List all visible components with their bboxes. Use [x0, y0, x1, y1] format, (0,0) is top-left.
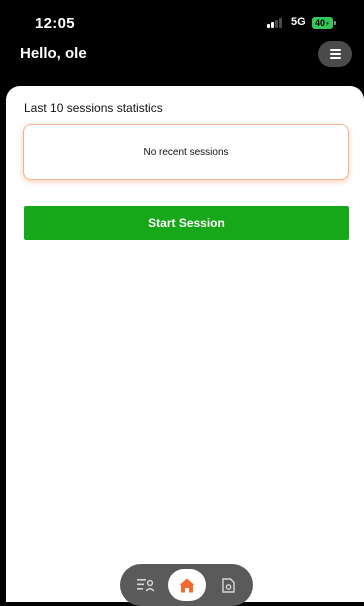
section-title: Last 10 sessions statistics: [24, 101, 163, 115]
start-session-button[interactable]: Start Session: [24, 206, 349, 240]
status-time: 12:05: [35, 15, 75, 32]
home-icon: [179, 578, 195, 592]
status-bar: 12:05 5G 40⚡: [0, 0, 364, 44]
network-type: 5G: [291, 16, 306, 28]
list-user-icon: [137, 579, 155, 592]
battery-tip: [334, 21, 336, 25]
menu-button[interactable]: [318, 41, 352, 67]
battery-icon: 40⚡: [312, 17, 333, 29]
signal-strength-icon: [267, 18, 282, 28]
nav-item-documents[interactable]: [210, 564, 246, 606]
bottom-nav: [120, 564, 253, 606]
main-content: Last 10 sessions statistics No recent se…: [6, 86, 364, 602]
sessions-stats-card: No recent sessions: [23, 124, 349, 180]
empty-state-text: No recent sessions: [143, 146, 229, 158]
nav-item-home[interactable]: [168, 569, 206, 601]
charging-bolt-icon: ⚡: [325, 21, 330, 28]
app-header: Hello, ole: [0, 40, 364, 90]
battery-level: 40: [315, 18, 326, 28]
hamburger-menu-icon: [329, 49, 341, 59]
greeting-title: Hello, ole: [20, 45, 87, 62]
document-icon: [221, 577, 235, 593]
nav-item-sessions[interactable]: [128, 564, 164, 606]
